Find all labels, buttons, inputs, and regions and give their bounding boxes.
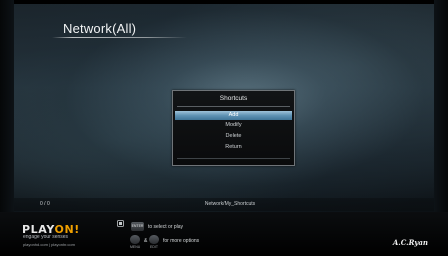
menu-item-modify[interactable]: Modify: [175, 121, 292, 130]
menu-item-delete[interactable]: Delete: [175, 132, 292, 141]
page-title: Network(All): [63, 21, 137, 36]
website-links: playonhd.com | playonhr.com: [23, 242, 75, 247]
hint-and: &: [144, 238, 148, 244]
menu-key-label: MENU: [130, 245, 141, 249]
hint-more-text: for more options: [163, 238, 200, 244]
enter-key-icon: ENTER: [131, 222, 144, 231]
dialog-bottom-divider: [177, 158, 290, 159]
menu-key-icon: [130, 235, 140, 244]
shortcuts-dialog: Shortcuts Add Modify Delete Return: [172, 90, 295, 166]
edit-key-label: EDIT: [150, 245, 158, 249]
brand-logo: A.C.Ryan: [392, 238, 428, 247]
title-underline: [52, 37, 187, 38]
screen: Network(All) Shortcuts Add Modify Delete…: [0, 0, 448, 256]
dialog-divider: [177, 106, 290, 107]
hint-select-text: to select or play: [148, 224, 184, 230]
dialog-title: Shortcuts: [219, 95, 248, 102]
tagline: engage your senses: [23, 234, 69, 240]
edit-key-icon: [149, 235, 159, 244]
menu-item-add[interactable]: Add: [175, 111, 292, 120]
current-path: Network/My_Shortcuts: [204, 201, 256, 207]
remote-icon: [117, 220, 124, 227]
page-count: 0 / 0: [40, 201, 50, 207]
menu-item-return[interactable]: Return: [175, 143, 292, 152]
